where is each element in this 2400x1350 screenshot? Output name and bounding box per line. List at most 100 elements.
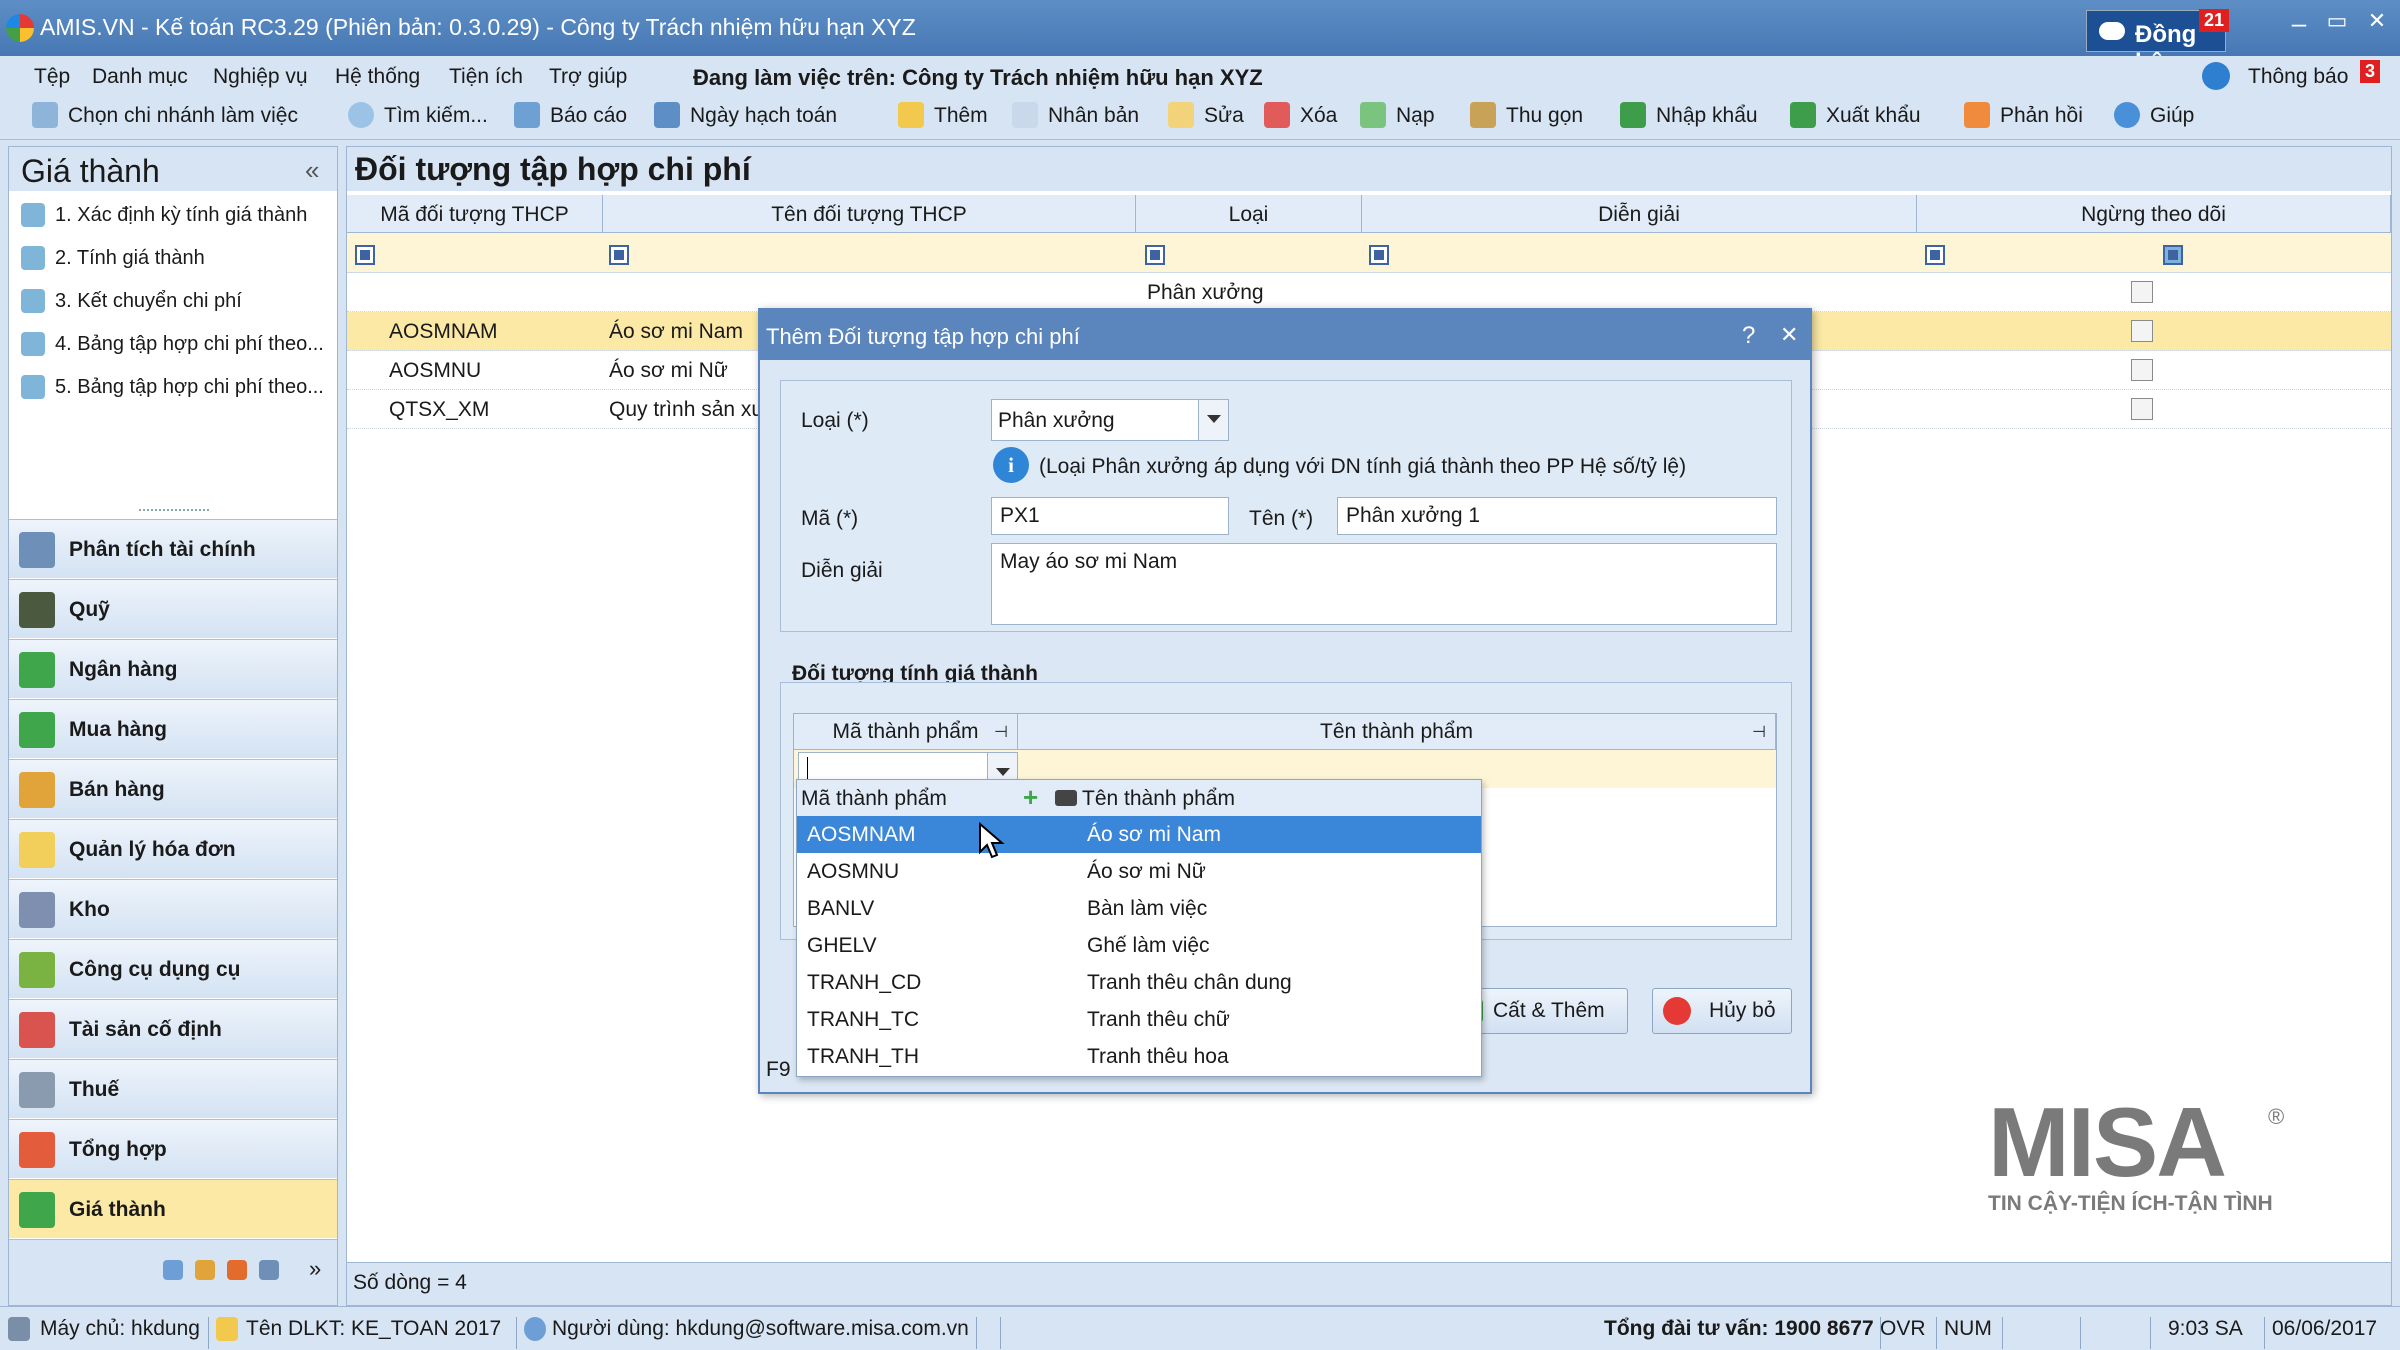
sidebar-collapse-button[interactable]: « bbox=[305, 155, 319, 186]
duplicate-button[interactable]: Nhân bản bbox=[1012, 102, 1139, 128]
sync-button[interactable]: Đồng bộ 21 bbox=[2086, 9, 2230, 76]
house-icon bbox=[19, 1012, 55, 1048]
filter-icon[interactable] bbox=[355, 245, 375, 265]
module-fixed-assets[interactable]: Tài sản cố định bbox=[9, 999, 337, 1058]
type-select[interactable]: Phân xưởng bbox=[991, 399, 1229, 441]
module-invoice[interactable]: Quản lý hóa đơn bbox=[9, 819, 337, 878]
filter-icon[interactable] bbox=[609, 245, 629, 265]
col-desc-header[interactable]: Diễn giải bbox=[1362, 195, 1917, 233]
export-button[interactable]: Xuất khẩu bbox=[1790, 102, 1921, 128]
binoculars-icon[interactable] bbox=[1055, 790, 1077, 806]
inactive-checkbox[interactable] bbox=[2131, 281, 2153, 303]
feedback-button[interactable]: Phản hồi bbox=[1964, 102, 2083, 128]
splitter-handle[interactable] bbox=[139, 509, 209, 513]
module-costing[interactable]: Giá thành bbox=[9, 1179, 337, 1238]
name-field[interactable]: Phân xưởng 1 bbox=[1337, 497, 1777, 535]
menu-operations[interactable]: Nghiệp vụ bbox=[213, 65, 308, 89]
dropdown-item[interactable]: TRANH_TH Tranh thêu hoa bbox=[797, 1038, 1481, 1075]
table-row[interactable]: Phân xưởng bbox=[347, 273, 2391, 312]
filter-icon[interactable] bbox=[1145, 245, 1165, 265]
search-label: Tìm kiếm... bbox=[384, 104, 488, 127]
filter-icon[interactable] bbox=[1369, 245, 1389, 265]
dropdown-item[interactable]: TRANH_TC Tranh thêu chữ bbox=[797, 1001, 1481, 1038]
item-code: AOSMNAM bbox=[807, 823, 916, 846]
cancel-button[interactable]: Hủy bỏ bbox=[1652, 988, 1792, 1034]
logo-slogan: TIN CẬY-TIỆN ÍCH-TẬN TÌNH bbox=[1988, 1191, 2273, 1215]
col-product-name-header[interactable]: Tên thành phẩm bbox=[1018, 714, 1776, 750]
col-inactive-header[interactable]: Ngừng theo dõi bbox=[1917, 195, 2391, 233]
collapse-button[interactable]: Thu gọn bbox=[1470, 102, 1583, 128]
pin-icon[interactable]: ⊣ bbox=[1752, 722, 1766, 742]
dropdown-item[interactable]: GHELV Ghế làm việc bbox=[797, 927, 1481, 964]
dropdown-item[interactable]: BANLV Bàn làm việc bbox=[797, 890, 1481, 927]
chevron-down-icon[interactable] bbox=[1198, 400, 1228, 440]
task-label: 2. Tính giá thành bbox=[55, 247, 205, 269]
inactive-checkbox[interactable] bbox=[2131, 359, 2153, 381]
inactive-checkbox[interactable] bbox=[2131, 398, 2153, 420]
module-purchase[interactable]: Mua hàng bbox=[9, 699, 337, 758]
posting-date-button[interactable]: Ngày hạch toán bbox=[654, 102, 837, 128]
dialog-close-button[interactable]: ✕ bbox=[1780, 322, 1798, 348]
task-item[interactable]: 2. Tính giá thành bbox=[9, 238, 337, 281]
menu-file[interactable]: Tệp bbox=[34, 65, 70, 89]
edit-button[interactable]: Sửa bbox=[1168, 102, 1244, 128]
filter-icon[interactable] bbox=[1925, 245, 1945, 265]
help-button[interactable]: Giúp bbox=[2114, 102, 2194, 128]
grid-footer: Số dòng = 4 bbox=[346, 1262, 2392, 1306]
status-bar: Máy chủ: hkdung Tên DLKT: KE_TOAN 2017 N… bbox=[0, 1306, 2400, 1350]
chart-icon bbox=[19, 532, 55, 568]
dropdown-item[interactable]: TRANH_CD Tranh thêu chân dung bbox=[797, 964, 1481, 1001]
mini-module-icon[interactable] bbox=[259, 1260, 279, 1280]
module-financial-analysis[interactable]: Phân tích tài chính bbox=[9, 519, 337, 578]
dialog-help-button[interactable]: ? bbox=[1742, 322, 1755, 350]
menu-catalog[interactable]: Danh mục bbox=[92, 65, 188, 89]
description-field[interactable]: May áo sơ mi Nam bbox=[991, 543, 1777, 625]
import-button[interactable]: Nhập khẩu bbox=[1620, 102, 1758, 128]
add-product-icon[interactable]: + bbox=[1023, 782, 1038, 813]
col-product-code-header[interactable]: Mã thành phẩm bbox=[794, 714, 1018, 750]
item-name: Tranh thêu chữ bbox=[1087, 1008, 1230, 1031]
report-button[interactable]: Báo cáo bbox=[514, 102, 627, 128]
database-status: Tên DLKT: KE_TOAN 2017 bbox=[246, 1317, 502, 1340]
code-field[interactable]: PX1 bbox=[991, 497, 1229, 535]
task-item[interactable]: 4. Bảng tập hợp chi phí theo... bbox=[9, 324, 337, 367]
mini-module-icon[interactable] bbox=[163, 1260, 183, 1280]
type-info-text: (Loại Phân xưởng áp dụng với DN tính giá… bbox=[1039, 455, 1687, 478]
inactive-checkbox[interactable] bbox=[2131, 320, 2153, 342]
search-button[interactable]: Tìm kiếm... bbox=[348, 102, 488, 128]
dropdown-item[interactable]: AOSMNU Áo sơ mi Nữ bbox=[797, 853, 1481, 890]
filter-icon[interactable] bbox=[2163, 245, 2183, 265]
module-tax[interactable]: Thuế bbox=[9, 1059, 337, 1118]
col-code-header[interactable]: Mã đối tượng THCP bbox=[347, 195, 603, 233]
dropdown-item[interactable]: AOSMNAM Áo sơ mi Nam bbox=[797, 816, 1481, 853]
choose-branch-button[interactable]: Chọn chi nhánh làm việc bbox=[32, 102, 298, 128]
mini-module-icon[interactable] bbox=[227, 1260, 247, 1280]
module-warehouse[interactable]: Kho bbox=[9, 879, 337, 938]
task-item[interactable]: 5. Bảng tập hợp chi phí theo... bbox=[9, 367, 337, 410]
menu-utilities[interactable]: Tiện ích bbox=[449, 65, 523, 89]
module-label: Kho bbox=[69, 898, 110, 921]
task-item[interactable]: 1. Xác định kỳ tính giá thành bbox=[9, 195, 337, 238]
col-name-header[interactable]: Tên đối tượng THCP bbox=[603, 195, 1136, 233]
more-modules-icon[interactable]: » bbox=[309, 1256, 321, 1282]
maximize-button[interactable]: ▭ bbox=[2318, 8, 2356, 44]
minimize-button[interactable]: – bbox=[2280, 8, 2318, 44]
notification-button[interactable]: Thông báo bbox=[2248, 65, 2348, 89]
module-cash[interactable]: Quỹ bbox=[9, 579, 337, 638]
module-sales[interactable]: Bán hàng bbox=[9, 759, 337, 818]
task-item[interactable]: 3. Kết chuyển chi phí bbox=[9, 281, 337, 324]
pin-icon[interactable]: ⊣ bbox=[994, 722, 1008, 742]
add-button[interactable]: Thêm bbox=[898, 102, 988, 128]
menu-help[interactable]: Trợ giúp bbox=[549, 65, 627, 89]
module-summary[interactable]: Tổng hợp bbox=[9, 1119, 337, 1178]
menu-system[interactable]: Hệ thống bbox=[335, 65, 420, 89]
mini-module-icon[interactable] bbox=[195, 1260, 215, 1280]
reload-button[interactable]: Nạp bbox=[1360, 102, 1435, 128]
col-type-header[interactable]: Loại bbox=[1136, 195, 1362, 233]
delete-label: Xóa bbox=[1300, 104, 1338, 127]
close-window-button[interactable]: ✕ bbox=[2358, 8, 2396, 44]
delete-button[interactable]: Xóa bbox=[1264, 102, 1338, 128]
module-tools[interactable]: Công cụ dụng cụ bbox=[9, 939, 337, 998]
module-bank[interactable]: Ngân hàng bbox=[9, 639, 337, 698]
filter-row bbox=[347, 233, 2391, 273]
